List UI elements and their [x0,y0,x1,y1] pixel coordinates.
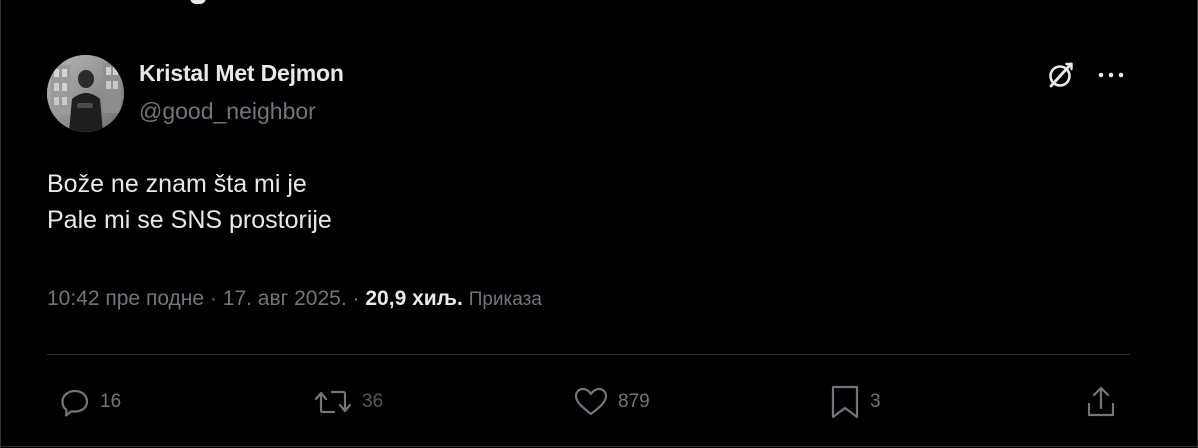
tweet-page: Kristal Met Dejmon @good_neighbor Bože n… [0,0,1198,448]
grok-icon [1049,62,1073,88]
bookmark-button[interactable]: 3 [828,382,881,422]
views-count[interactable]: 20,9 хиљ. [365,287,462,310]
tweet-date[interactable]: 17. авг 2025. [223,287,347,310]
tweet-meta: 10:42 пре подне · 17. авг 2025. · 20,9 х… [47,287,542,311]
avatar-photo [47,55,124,132]
reply-icon [61,389,89,417]
meta-separator: · [352,287,360,310]
like-count: 879 [618,391,650,412]
more-options-button[interactable] [1094,60,1128,90]
author-display-name[interactable]: Kristal Met Dejmon [139,60,344,87]
bookmark-icon [831,385,859,419]
views-label: Приказа [468,289,542,310]
grok-button[interactable] [1044,58,1078,92]
more-icon [1098,72,1124,78]
heart-icon [574,387,608,416]
bookmark-count: 3 [870,391,881,412]
reply-count: 16 [100,391,122,412]
tweet-text-line: Pale mi se SNS prostorije [47,206,332,234]
bottom-border [0,446,1198,447]
divider [47,354,1130,355]
reply-button[interactable]: 16 [58,382,121,422]
tweet-card[interactable]: Kristal Met Dejmon @good_neighbor Bože n… [0,0,1198,448]
repost-count: 36 [362,391,384,412]
tweet-text-line: Bože ne znam šta mi je [47,170,307,198]
tweet-text: Bože ne znam šta mi je Pale mi se SNS pro… [47,166,332,238]
author-handle[interactable]: @good_neighbor [139,98,316,125]
share-button[interactable] [1084,382,1118,422]
share-icon [1087,386,1115,417]
like-button[interactable]: 879 [572,382,650,422]
tweet-time[interactable]: 10:42 пре подне [47,287,204,310]
avatar[interactable] [47,55,124,132]
meta-separator: · [209,287,217,310]
repost-icon [314,390,352,414]
repost-button[interactable]: 36 [312,382,383,422]
